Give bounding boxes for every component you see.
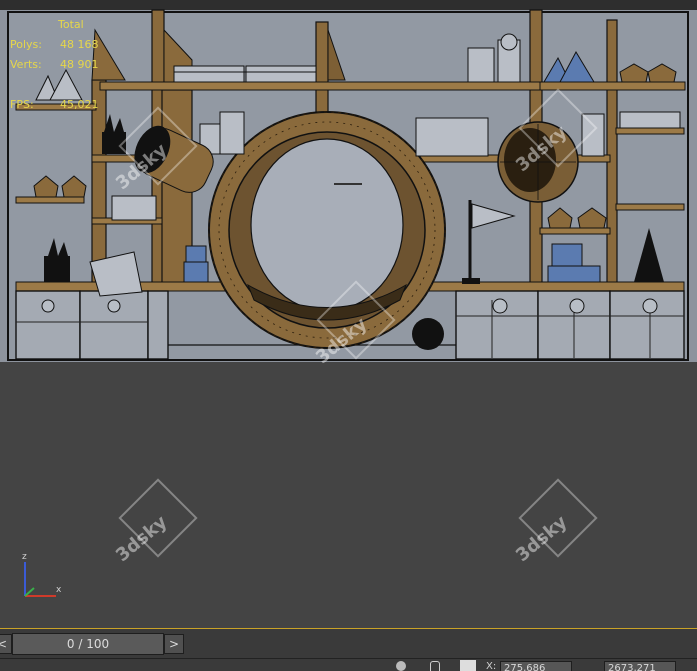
absolute-mode-icon[interactable] (460, 660, 476, 671)
shelving-scene-render (0, 0, 697, 362)
time-slider[interactable]: 0 / 100 (12, 633, 164, 655)
stats-fps-value: 45,021 (60, 98, 99, 111)
stats-polys-value: 48 168 (60, 38, 99, 51)
perspective-viewport[interactable]: Total Polys: 48 168 Verts: 48 901 FPS: 4… (0, 0, 697, 628)
axis-gizmo-icon: z x (18, 552, 68, 602)
stats-fps-label: FPS: (10, 98, 34, 111)
status-bar: X: 275,686 2673,271 (0, 658, 697, 671)
stats-polys-label: Polys: (10, 38, 42, 51)
time-next-button[interactable]: > (164, 634, 184, 654)
gizmo-x-label: x (56, 585, 62, 595)
gizmo-z-label: z (22, 552, 27, 562)
time-prev-button[interactable]: < (0, 634, 12, 654)
time-slider-bar: < 0 / 100 > (0, 628, 697, 659)
stats-verts-value: 48 901 (60, 58, 99, 71)
stats-verts-label: Verts: (10, 58, 42, 71)
stats-total-header: Total (58, 18, 84, 31)
